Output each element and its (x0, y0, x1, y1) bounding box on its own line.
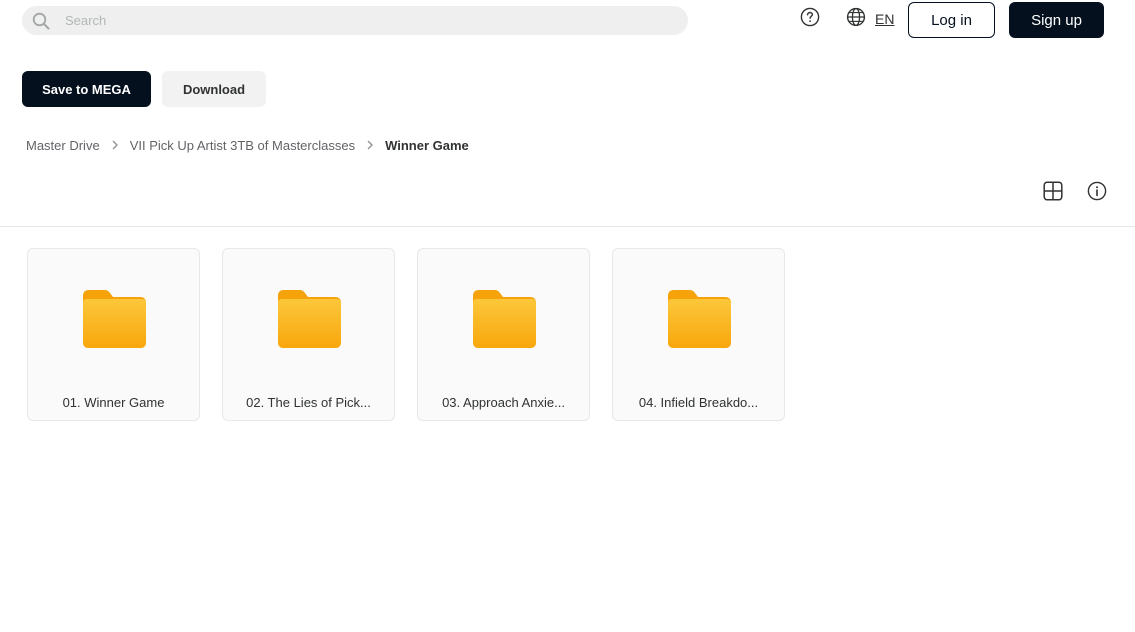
grid-view-icon (1043, 180, 1063, 206)
info-icon (1087, 181, 1107, 206)
folder-icon (81, 288, 148, 350)
folder-name: 01. Winner Game (62, 395, 165, 410)
folder-card[interactable]: 04. Infield Breakdo... (612, 248, 785, 421)
globe-icon (846, 7, 866, 32)
grid-view-button[interactable] (1042, 180, 1064, 206)
breadcrumb: Master Drive VII Pick Up Artist 3TB of M… (26, 136, 469, 154)
chevron-right-icon (355, 140, 385, 150)
folder-icon (471, 288, 538, 350)
page: EN Log in Sign up Save to MEGA Download … (0, 0, 1135, 632)
login-button[interactable]: Log in (908, 2, 995, 38)
folder-name: 03. Approach Anxie... (442, 395, 565, 410)
breadcrumb-current: Winner Game (385, 137, 469, 153)
info-button[interactable] (1086, 181, 1108, 206)
folder-card[interactable]: 02. The Lies of Pick... (222, 248, 395, 421)
download-button[interactable]: Download (162, 71, 266, 107)
language-selector[interactable]: EN (846, 7, 894, 32)
folder-icon (666, 288, 733, 350)
folder-card[interactable]: 03. Approach Anxie... (417, 248, 590, 421)
folder-name: 02. The Lies of Pick... (246, 395, 371, 410)
language-label[interactable]: EN (875, 11, 894, 27)
signup-button[interactable]: Sign up (1009, 2, 1104, 38)
help-icon (800, 7, 820, 32)
help-button[interactable] (799, 7, 821, 32)
search-input[interactable] (65, 13, 625, 28)
breadcrumb-item-parent-folder[interactable]: VII Pick Up Artist 3TB of Masterclasses (130, 138, 355, 153)
chevron-right-icon (100, 140, 130, 150)
folder-name: 04. Infield Breakdo... (638, 395, 759, 410)
folder-card[interactable]: 01. Winner Game (27, 248, 200, 421)
breadcrumb-item-master-drive[interactable]: Master Drive (26, 138, 100, 153)
save-to-mega-button[interactable]: Save to MEGA (22, 71, 151, 107)
folder-grid: 01. Winner Game 02. The Lies of Pick... (27, 248, 785, 421)
search-bar[interactable] (22, 6, 688, 35)
content-divider (0, 226, 1135, 227)
search-icon (31, 11, 51, 31)
folder-icon (276, 288, 343, 350)
